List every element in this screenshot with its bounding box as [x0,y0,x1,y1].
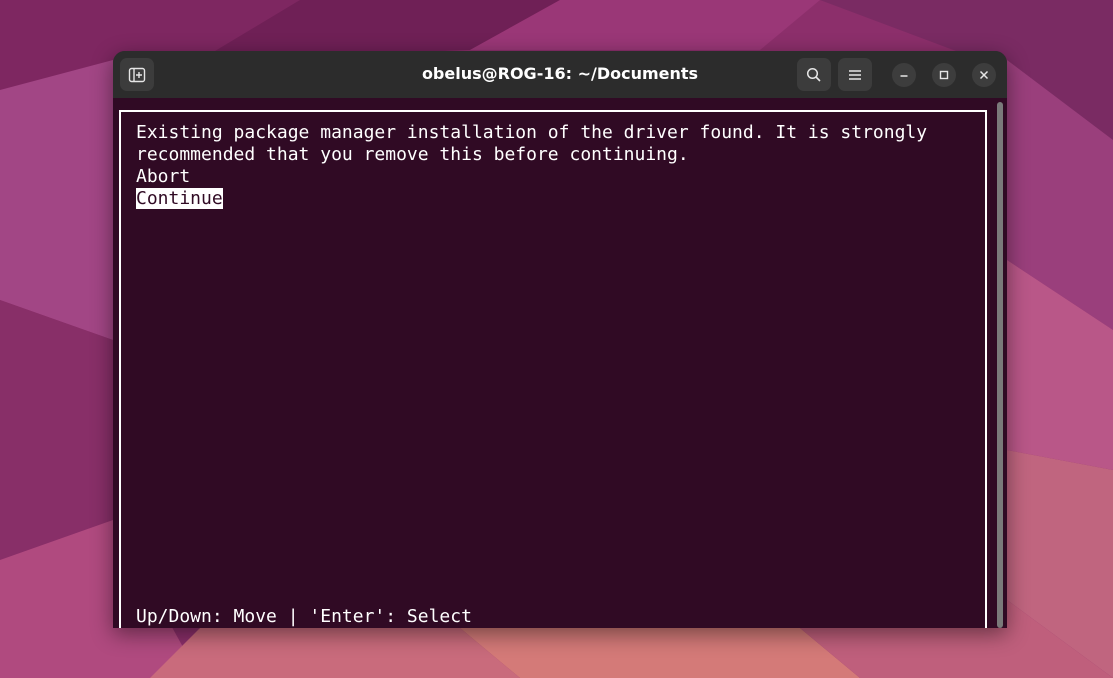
minimize-button[interactable] [892,63,916,87]
maximize-icon [939,70,949,80]
dialog-frame [119,110,987,628]
hamburger-menu-icon [849,69,861,80]
message-line-2: recommended that you remove this before … [136,144,689,165]
option-continue[interactable]: Continue [136,188,223,210]
terminal-area[interactable]: Existing package manager installation of… [113,98,1007,628]
scrollbar[interactable] [997,102,1003,628]
window-title: obelus@ROG-16: ~/Documents [421,64,699,83]
search-icon [806,67,821,82]
search-button[interactable] [797,58,831,91]
new-tab-icon [128,67,146,82]
terminal-window: obelus@ROG-16: ~/Documents Existing pack… [113,51,1007,628]
menu-button[interactable] [838,58,872,91]
new-tab-button[interactable] [120,58,154,91]
message-line-1: Existing package manager installation of… [136,122,928,143]
option-abort[interactable]: Abort [136,166,190,188]
close-button[interactable] [972,63,996,87]
footer-help: Up/Down: Move | 'Enter': Select [136,606,472,627]
minimize-icon [900,75,908,77]
maximize-button[interactable] [932,63,956,87]
close-icon [979,70,989,80]
selected-option-highlight: Continue [136,188,223,209]
title-bar[interactable]: obelus@ROG-16: ~/Documents [113,51,1007,98]
